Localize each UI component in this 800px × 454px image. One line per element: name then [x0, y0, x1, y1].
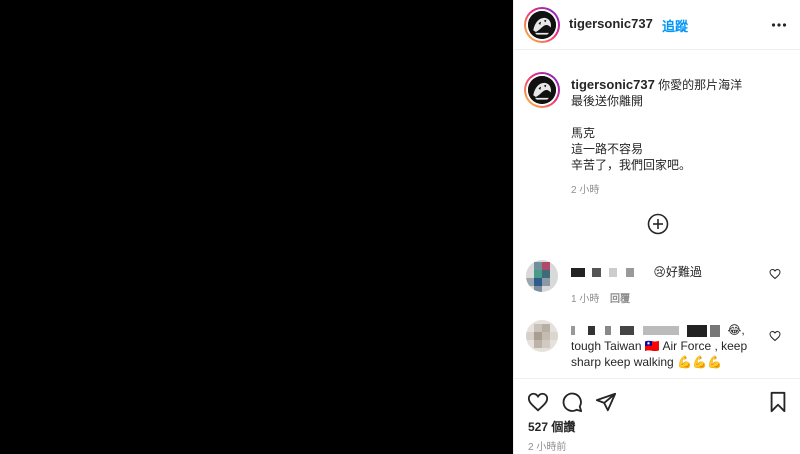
comment-item: 😂, tough Taiwan 🇹🇼 Air Force , keep shar… — [526, 320, 791, 372]
pixelated-avatar-icon — [526, 260, 558, 292]
plus-circle-icon[interactable] — [647, 213, 669, 235]
caption-line: 這一路不容易 — [571, 142, 644, 156]
pixelated-avatar-icon — [526, 320, 558, 352]
comment-text: tough Taiwan 🇹🇼 Air Force , keep — [571, 339, 748, 353]
comment-text: sharp keep walking 💪💪💪 — [571, 355, 722, 369]
comment-emoji: 😂, — [727, 323, 745, 337]
author-avatar[interactable] — [524, 7, 560, 43]
comment-heart-icon[interactable] — [769, 330, 781, 342]
caption-line: 馬克 — [571, 126, 596, 140]
commenter-avatar[interactable] — [526, 260, 558, 292]
caption-author-avatar[interactable] — [524, 72, 560, 108]
comment-text: 😢好難過 — [653, 265, 702, 279]
heart-icon[interactable] — [527, 391, 549, 413]
tiger-logo-icon — [528, 76, 556, 104]
post-header: tigersonic737 追蹤 — [514, 0, 800, 50]
redacted-commenter-name[interactable]: 😂, — [571, 322, 776, 338]
bookmark-icon[interactable] — [767, 391, 789, 413]
post-caption: tigersonic737 你愛的那片海洋 最後送你離開 馬克 這一路不容易 辛… — [571, 77, 786, 173]
tiger-logo-icon — [528, 11, 556, 39]
redacted-commenter-name[interactable] — [571, 265, 637, 279]
comment-timestamp[interactable]: 1 小時 — [571, 290, 599, 305]
caption-timestamp[interactable]: 2 小時 — [571, 181, 599, 196]
caption-line: 辛苦了，我們回家吧。 — [571, 158, 692, 172]
post-side-panel: tigersonic737 追蹤 tigersonic737 你愛的那片海洋 最… — [513, 0, 800, 454]
more-horizontal-icon[interactable] — [771, 17, 787, 33]
comment-heart-icon[interactable] — [769, 268, 781, 280]
post-timestamp[interactable]: 2 小時前 — [528, 438, 566, 453]
caption-line: 你愛的那片海洋 — [658, 78, 743, 92]
caption-username[interactable]: tigersonic737 — [571, 77, 655, 92]
send-icon[interactable] — [595, 391, 617, 413]
comment-icon[interactable] — [561, 391, 583, 413]
comment-item: 😢好難過 1 小時 回覆 — [526, 260, 791, 305]
follow-button[interactable]: 追蹤 — [662, 16, 688, 35]
reply-button[interactable]: 回覆 — [610, 290, 630, 305]
caption-line: 最後送你離開 — [571, 94, 644, 108]
header-username[interactable]: tigersonic737 — [569, 16, 653, 31]
likes-count[interactable]: 527 個讚 — [528, 418, 575, 435]
post-media[interactable] — [0, 0, 513, 454]
commenter-avatar[interactable] — [526, 320, 558, 352]
